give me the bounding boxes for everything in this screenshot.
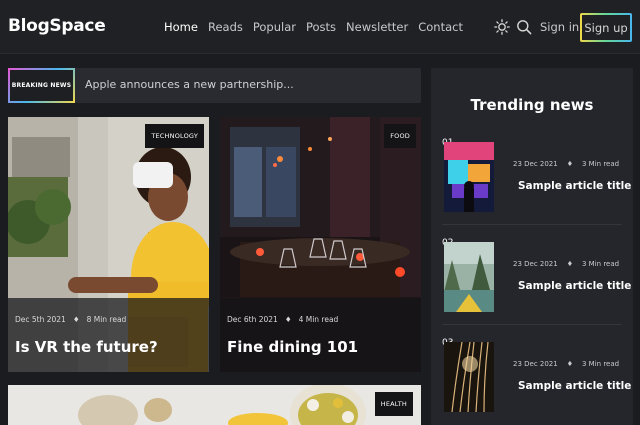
card-meta: Dec 5th 2021 ♦ 8 Min read [15, 315, 126, 324]
trending-thumbnail[interactable] [444, 342, 494, 412]
divider [442, 324, 622, 325]
card-read-time: 4 Min read [298, 315, 339, 324]
separator-icon: ♦ [72, 315, 80, 324]
search-icon[interactable] [516, 19, 532, 35]
divider [442, 224, 622, 225]
card-read-time: 8 Min read [86, 315, 127, 324]
breaking-news-headline[interactable]: Apple announces a new partnership... [85, 78, 294, 91]
breaking-news-bar: BREAKING NEWS Apple announces a new part… [8, 68, 421, 103]
card-meta: Dec 6th 2021 ♦ 4 Min read [227, 315, 338, 324]
nav-posts[interactable]: Posts [306, 20, 336, 34]
card-title[interactable]: Fine dining 101 [227, 338, 358, 356]
card-date: Dec 5th 2021 [15, 315, 66, 324]
category-tag[interactable]: FOOD [384, 124, 416, 148]
sign-in-link[interactable]: Sign in [540, 20, 579, 34]
trending-date: 23 Dec 2021 [513, 360, 558, 368]
trending-meta: 23 Dec 2021 ♦ 3 Min read [513, 160, 619, 168]
nav-newsletter[interactable]: Newsletter [346, 20, 408, 34]
separator-icon: ♦ [566, 360, 573, 368]
category-tag[interactable]: TECHNOLOGY [145, 124, 204, 148]
trending-date: 23 Dec 2021 [513, 160, 558, 168]
trending-title: Trending news [470, 96, 594, 114]
sun-icon[interactable] [494, 19, 510, 35]
main-nav: Home Reads Popular Posts Newsletter Cont… [164, 20, 463, 34]
card-overlay [220, 298, 421, 372]
site-logo[interactable]: BlogSpace [8, 16, 106, 36]
trending-read-time: 3 Min read [582, 160, 620, 168]
nav-contact[interactable]: Contact [418, 20, 463, 34]
trending-item[interactable]: 02 23 Dec 2021♦3 Min read Sample article… [431, 238, 633, 338]
trending-thumbnail[interactable] [444, 242, 494, 312]
separator-icon: ♦ [566, 260, 573, 268]
card-title[interactable]: Is VR the future? [15, 338, 158, 356]
article-card-dining[interactable]: FOOD Dec 6th 2021 ♦ 4 Min read Fine dining… [220, 117, 421, 372]
trending-read-time: 3 Min read [582, 260, 620, 268]
article-card-health[interactable]: HEALTH [8, 385, 421, 425]
breaking-news-badge: BREAKING NEWS [8, 68, 75, 103]
trending-read-time: 3 Min read [582, 360, 620, 368]
separator-icon: ♦ [284, 315, 292, 324]
nav-popular[interactable]: Popular [253, 20, 296, 34]
trending-article-title[interactable]: Sample article title [518, 180, 631, 192]
trending-meta: 23 Dec 2021 ♦ 3 Min read [513, 260, 619, 268]
trending-article-title[interactable]: Sample article title [518, 280, 631, 292]
article-card-vr[interactable]: TECHNOLOGY Dec 5th 2021 ♦ 8 Min read Is VR… [8, 117, 209, 372]
trending-article-title[interactable]: Sample article title [518, 380, 631, 392]
category-tag[interactable]: HEALTH [374, 392, 413, 416]
trending-item[interactable]: 01 23 Dec 2021♦3 Min read Sample article… [431, 138, 633, 238]
nav-home[interactable]: Home [164, 20, 198, 34]
site-header: BlogSpace Home Reads Popular Posts Newsl… [0, 0, 640, 54]
sign-up-button[interactable]: Sign up [580, 13, 632, 42]
trending-item[interactable]: 03 23 Dec 2021♦3 Min read Sample article… [431, 338, 633, 425]
nav-reads[interactable]: Reads [208, 20, 243, 34]
card-overlay [8, 298, 209, 372]
card-date: Dec 6th 2021 [227, 315, 278, 324]
trending-panel: Trending news 01 23 Dec 2021♦3 Min read … [431, 68, 633, 425]
trending-thumbnail[interactable] [444, 142, 494, 212]
health-photo [8, 385, 421, 425]
trending-meta: 23 Dec 2021 ♦ 3 Min read [513, 360, 619, 368]
separator-icon: ♦ [566, 160, 573, 168]
trending-date: 23 Dec 2021 [513, 260, 558, 268]
